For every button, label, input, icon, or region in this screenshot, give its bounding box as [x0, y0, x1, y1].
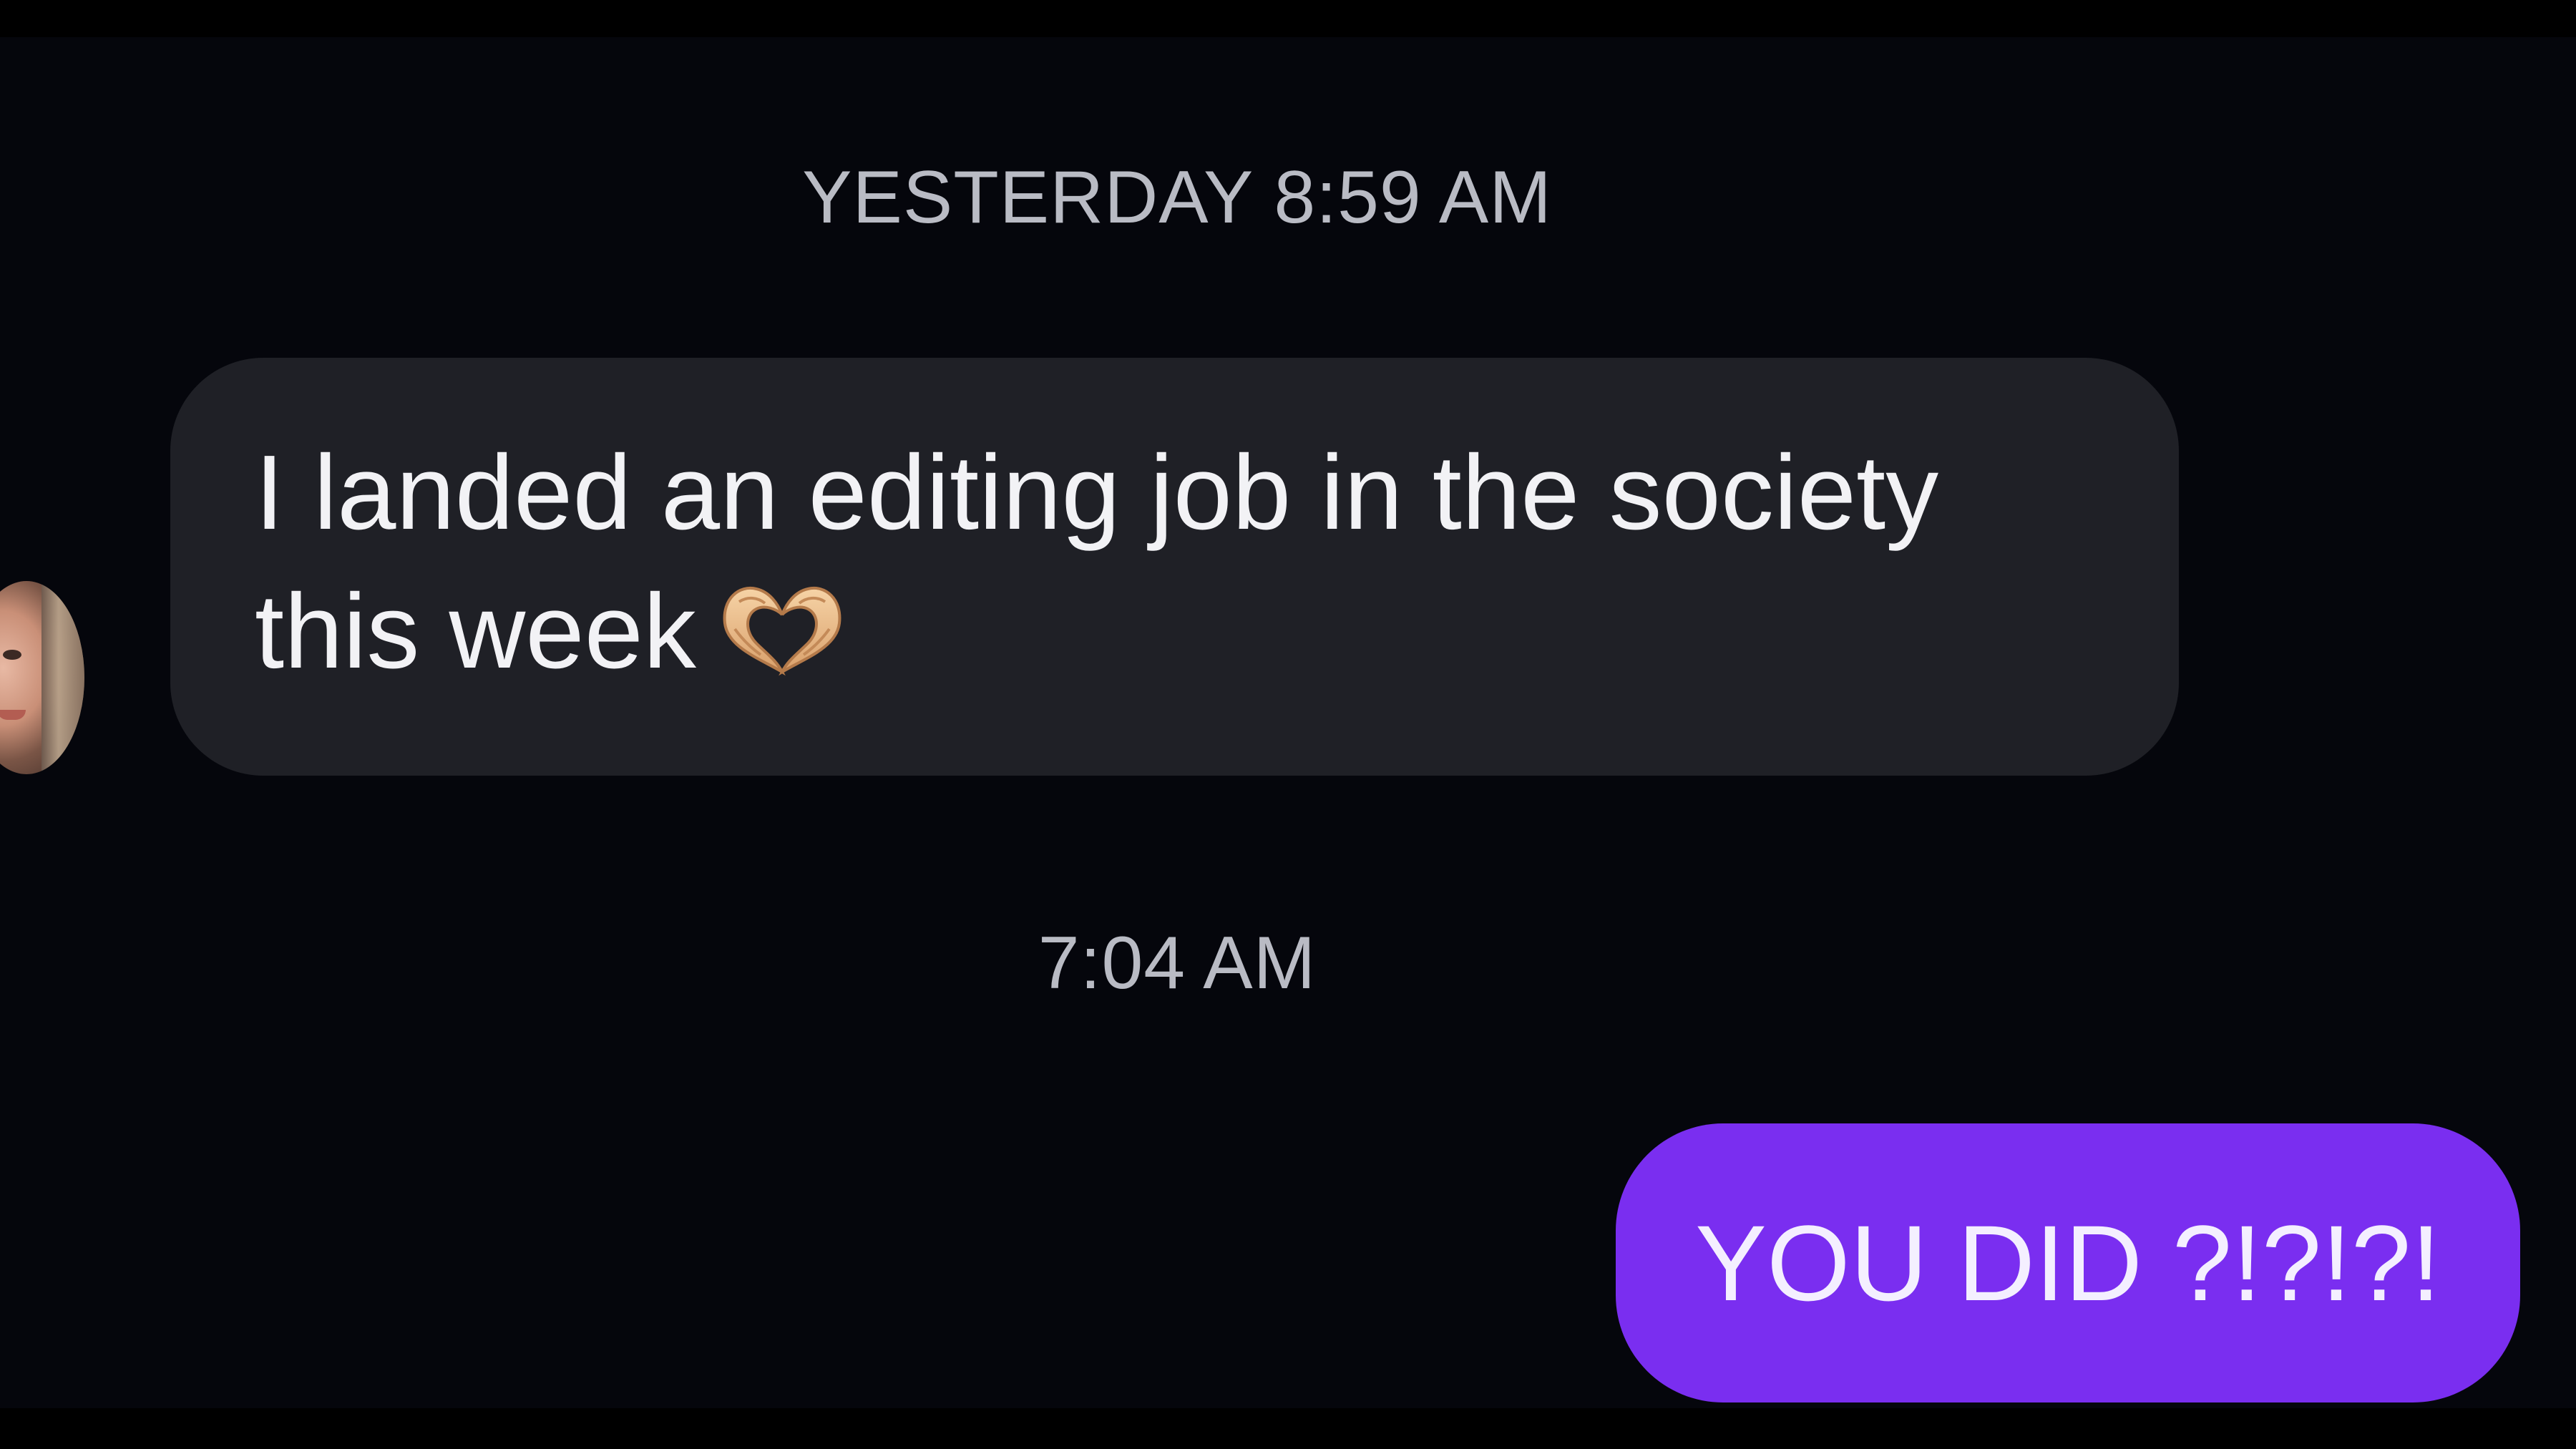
- avatar-eye: [3, 650, 21, 660]
- avatar-hair: [42, 581, 84, 774]
- avatar-mouth: [0, 710, 26, 720]
- timestamp-today: 7:04 AM: [1038, 922, 1317, 1005]
- chat-screen: YESTERDAY 8:59 AM I landed an editing jo…: [0, 0, 2576, 1449]
- received-message-bubble[interactable]: I landed an editing job in the society t…: [170, 358, 2179, 776]
- received-message-text: I landed an editing job in the society t…: [255, 434, 1939, 691]
- contact-avatar[interactable]: [0, 581, 84, 774]
- sent-message-bubble[interactable]: YOU DID ?!?!?!: [1616, 1123, 2520, 1402]
- heart-hands-emoji-icon: [723, 586, 841, 676]
- sent-message-text: YOU DID ?!?!?!: [1694, 1203, 2441, 1323]
- top-edge: [0, 0, 2576, 37]
- bottom-edge: [0, 1408, 2576, 1449]
- timestamp-yesterday: YESTERDAY 8:59 AM: [802, 156, 1552, 239]
